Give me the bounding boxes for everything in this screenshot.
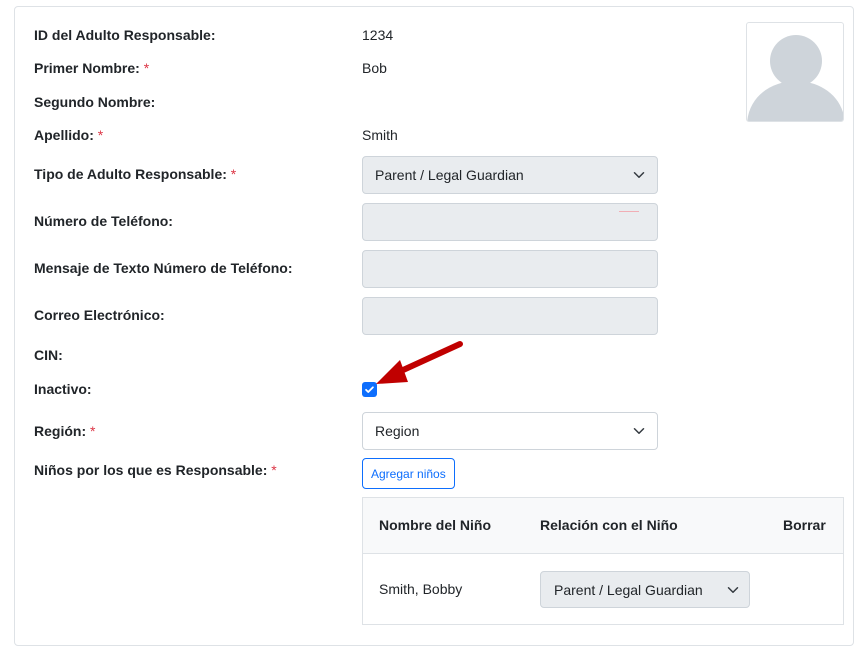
table-header: Nombre del Niño Relación con el Niño Bor… (363, 498, 843, 554)
label-phone: Número de Teléfono: (34, 213, 173, 229)
value-last-name: Smith (362, 127, 398, 143)
chevron-down-icon (633, 428, 645, 434)
label-sms-phone: Mensaje de Texto Número de Teléfono: (34, 260, 293, 276)
required-mark: * (230, 166, 237, 182)
required-mark: * (90, 423, 96, 439)
adult-type-select[interactable]: Parent / Legal Guardian (362, 156, 658, 194)
user-silhouette-icon (747, 35, 843, 121)
sms-phone-field[interactable] (362, 250, 658, 288)
label-region: Región: * (34, 423, 96, 439)
avatar[interactable] (746, 22, 844, 122)
add-children-button[interactable]: Agregar niños (362, 458, 455, 489)
label-email: Correo Electrónico: (34, 307, 165, 323)
label-first-name: Primer Nombre: * (34, 60, 150, 76)
child-name: Smith, Bobby (379, 581, 463, 597)
region-value: Region (375, 423, 420, 439)
email-field[interactable] (362, 297, 658, 335)
header-child-name: Nombre del Niño (379, 517, 492, 533)
chevron-down-icon (633, 172, 645, 178)
required-mark: * (97, 127, 104, 143)
value-adult-id: 1234 (362, 27, 394, 43)
phone-field[interactable] (362, 203, 658, 241)
label-adult-type: Tipo de Adulto Responsable: * (34, 166, 237, 182)
red-arrow-icon (376, 341, 463, 384)
children-table: Nombre del Niño Relación con el Niño Bor… (362, 497, 844, 625)
required-mark: * (271, 462, 277, 478)
label-middle-name: Segundo Nombre: (34, 94, 156, 110)
header-relation: Relación con el Niño (540, 517, 678, 533)
label-children: Niños por los que es Responsable: * (34, 462, 277, 478)
label-last-name: Apellido: * (34, 127, 104, 143)
chevron-down-icon (727, 586, 739, 593)
region-select[interactable]: Region (362, 412, 658, 450)
relation-value: Parent / Legal Guardian (554, 581, 703, 598)
relation-select[interactable]: Parent / Legal Guardian (540, 571, 750, 608)
label-inactive: Inactivo: (34, 381, 92, 397)
field-indicator (619, 211, 639, 212)
label-adult-id: ID del Adulto Responsable: (34, 27, 216, 43)
header-delete: Borrar (783, 517, 826, 533)
label-cin: CIN: (34, 347, 63, 363)
value-first-name: Bob (362, 60, 387, 76)
required-mark: * (143, 60, 150, 76)
adult-type-value: Parent / Legal Guardian (375, 167, 524, 183)
